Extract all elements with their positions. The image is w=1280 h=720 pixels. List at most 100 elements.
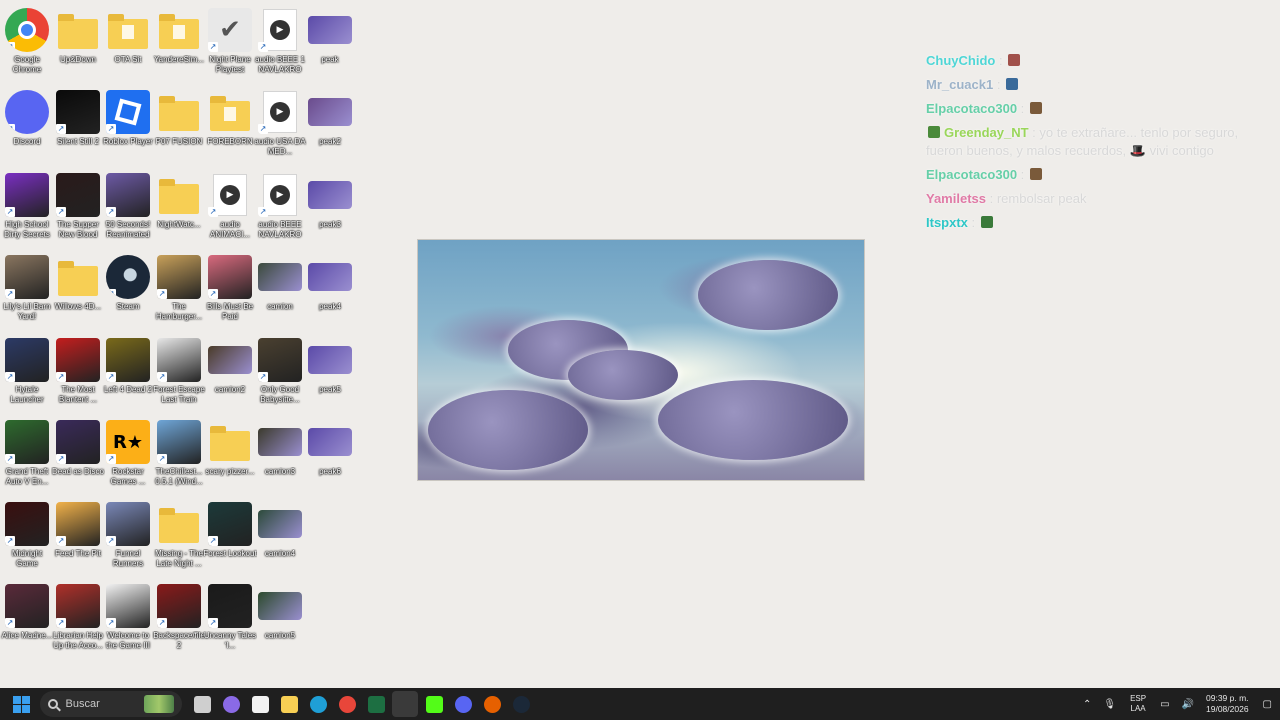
desktop-icon[interactable]: camion4 [255, 502, 305, 582]
desktop-icon[interactable]: peak3 [305, 173, 355, 253]
chat-username: ChuyChido [926, 53, 996, 68]
taskbar-search[interactable]: Buscar [39, 691, 182, 717]
desktop-icon[interactable]: Google Chrome [2, 8, 52, 88]
notification-icon[interactable]: ▢ [1263, 699, 1272, 710]
desktop-icon[interactable]: 50 Seconds! Reanimated [103, 173, 153, 253]
desktop-icon[interactable]: Forest Escape Last Train [153, 338, 205, 418]
taskbar-app-microsoft-store[interactable] [247, 691, 273, 717]
taskbar-app-chrome[interactable] [334, 691, 360, 717]
desktop-icon[interactable]: ✔ Night Plane Playtest [205, 8, 255, 88]
desktop-icon[interactable]: Alice Madne... [2, 584, 52, 664]
taskbar-app-edge[interactable] [305, 691, 331, 717]
desktop-icon[interactable]: Missing - The Late Night ... [154, 502, 204, 582]
desktop-icon-label: NightWatc... [157, 220, 201, 229]
desktop-icon[interactable]: camion3 [255, 420, 305, 500]
image-file-icon [308, 16, 352, 44]
desktop-icon-label: P07 FUSION [155, 137, 203, 146]
media-file-shape: ▶ [263, 9, 297, 51]
desktop-icon[interactable]: camion [255, 255, 305, 335]
steam-icon [512, 695, 530, 713]
desktop-icon[interactable]: Hytale Launcher [2, 338, 52, 418]
folder-icon [157, 502, 201, 546]
desktop-icon[interactable]: Only Good Babysitte... [255, 338, 305, 418]
language-region: LAA [1130, 704, 1146, 713]
taskbar-app-obs[interactable] [392, 691, 418, 717]
taskbar-app-steam[interactable] [508, 691, 534, 717]
desktop-icon[interactable]: Left 4 Dead 2 [103, 338, 153, 418]
desktop-icon[interactable]: R★ Rockstar Games ... [103, 420, 153, 500]
taskbar-app-kick[interactable] [421, 691, 447, 717]
folder-icon [208, 90, 252, 134]
chat-message: Greenday_NT : yo te extrañare... tenlo p… [926, 124, 1266, 160]
taskbar-app-discord[interactable] [450, 691, 476, 717]
network-icon[interactable]: ▭ [1160, 699, 1169, 710]
desktop-icon[interactable]: FOREBORN [205, 90, 255, 170]
taskbar-app-excel[interactable] [363, 691, 389, 717]
microphone-icon[interactable]: 🎙 [1103, 699, 1116, 710]
desktop-icon[interactable]: peak5 [305, 338, 355, 418]
desktop-icon[interactable]: The Most Blantent ... [53, 338, 103, 418]
game-icon [56, 584, 100, 628]
taskbar-app-file-explorer[interactable] [276, 691, 302, 717]
desktop-icon[interactable]: Dead as Disco [52, 420, 104, 500]
desktop-icon[interactable]: scary pizzer... [205, 420, 255, 500]
folder-icon [106, 8, 150, 52]
rockstar-glyph: R★ [113, 431, 143, 453]
desktop-icon[interactable]: TheChillest... 0.5.1 (Wind... [154, 420, 204, 500]
desktop-icon[interactable]: ▶ audio USA DA MED... [254, 90, 306, 170]
desktop-icon[interactable]: peak2 [305, 90, 355, 170]
desktop-icon[interactable]: ▶ audio BEEE 1 NAVLAKRO [255, 8, 305, 88]
taskbar-app-firefox[interactable] [479, 691, 505, 717]
desktop-icon[interactable]: Uncanny Tales ‘I... [204, 584, 256, 664]
desktop-icon[interactable]: High School Dirty Secrets [2, 173, 52, 253]
desktop-icon[interactable]: Silent Still 2 [53, 90, 103, 170]
desktop-icon[interactable]: NightWatc... [154, 173, 204, 253]
chat-message: Mr_cuack1 : [926, 76, 1266, 94]
desktop-icon[interactable]: Grand Theft Auto V En... [2, 420, 52, 500]
chevron-up-icon[interactable]: ⌃ [1083, 699, 1091, 710]
taskbar-app-copilot[interactable] [218, 691, 244, 717]
obs-icon [396, 695, 414, 713]
desktop-icon[interactable]: camion2 [205, 338, 255, 418]
desktop-icon[interactable]: The Supper New Blood [53, 173, 103, 253]
desktop-icon[interactable]: Roblox Player [103, 90, 153, 170]
desktop-icon-label: Night Plane Playtest [209, 55, 251, 74]
desktop-icon-label: OTA Sit [114, 55, 142, 64]
image-file-icon [258, 510, 302, 538]
language-indicator[interactable]: ESP LAA [1130, 694, 1146, 714]
desktop-icon[interactable]: Bills Must Be Paid [205, 255, 255, 335]
desktop-icon[interactable]: Willows 4D... [53, 255, 103, 335]
desktop-icon[interactable]: peak [305, 8, 355, 88]
start-button[interactable] [8, 691, 34, 717]
desktop-icon[interactable]: ▶ audio BEEE NAVLAKRO [255, 173, 305, 253]
desktop-icon[interactable]: Librarian Help Up the Acco... [53, 584, 103, 664]
desktop-icon[interactable]: Feed The Pit [53, 502, 103, 582]
desktop-icon[interactable]: ▶ audio ANIMACI... [205, 173, 255, 253]
game-icon [5, 584, 49, 628]
wallpaper-image [417, 239, 865, 481]
desktop-icon-label: peak5 [319, 385, 341, 394]
desktop-icon[interactable]: Forest Lookout [203, 502, 257, 582]
desktop-icon[interactable]: Midnight Game [2, 502, 52, 582]
taskbar-app-task-view[interactable] [189, 691, 215, 717]
desktop-icon[interactable]: peak6 [305, 420, 355, 500]
desktop-icon-label: High School Dirty Secrets [4, 220, 50, 239]
volume-icon[interactable]: 🔊 [1182, 699, 1194, 710]
desktop-icon[interactable]: Up&Down [53, 8, 103, 88]
clock[interactable]: 09:39 p. m. 19/08/2026 [1206, 693, 1249, 715]
desktop-icon[interactable]: Funnel Runners [103, 502, 153, 582]
desktop-icon[interactable]: OTA Sit [103, 8, 153, 88]
task-view-icon [193, 695, 211, 713]
desktop-icon[interactable]: camion5 [255, 584, 305, 664]
desktop-icon[interactable]: Welcome to the Game III [103, 584, 153, 664]
desktop-icon[interactable]: Backspace/file 2 [153, 584, 205, 664]
desktop-icon[interactable]: Lily's Lil Barn Yard! [2, 255, 52, 335]
desktop-icon[interactable]: peak4 [305, 255, 355, 335]
desktop-icon[interactable]: The Hamburger... [154, 255, 204, 335]
desktop-icon[interactable]: Steam [103, 255, 153, 335]
desktop-icon[interactable]: YandereSim... [154, 8, 204, 88]
desktop-icon[interactable]: Discord [2, 90, 52, 170]
image-file-icon [308, 428, 352, 456]
chat-emote-icon [1029, 168, 1042, 180]
desktop-icon[interactable]: P07 FUSION [154, 90, 204, 170]
